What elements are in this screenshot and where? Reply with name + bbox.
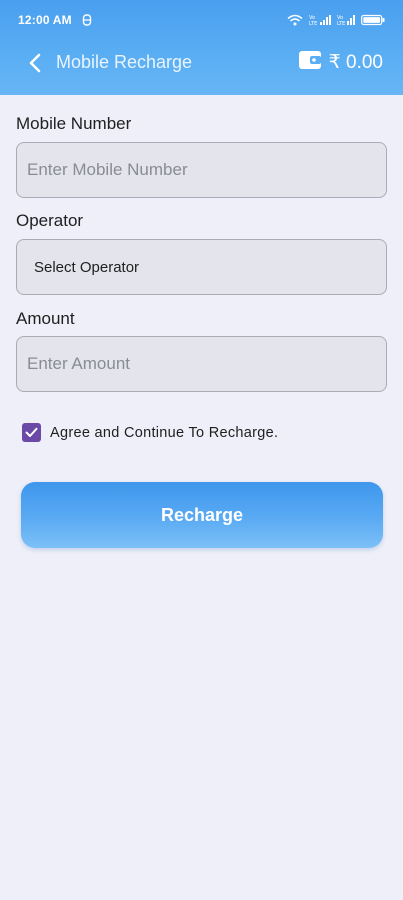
status-indicators: Vo LTE Vo LTE <box>287 14 385 26</box>
status-time: 12:00 AM <box>18 13 72 27</box>
volte-signal-icon: Vo LTE <box>309 14 331 26</box>
svg-text:LTE: LTE <box>337 21 345 26</box>
back-arrow-icon[interactable] <box>20 48 50 78</box>
app-bar: Mobile Recharge ₹ 0.00 <box>0 40 403 85</box>
svg-text:LTE: LTE <box>309 21 317 26</box>
recharge-form: Mobile Number Operator Select Operator A… <box>16 95 387 392</box>
wallet-balance[interactable]: ₹ 0.00 <box>298 50 383 75</box>
mobile-number-label: Mobile Number <box>16 114 132 133</box>
recharge-button[interactable]: Recharge <box>21 482 383 548</box>
operator-selected-value: Select Operator <box>34 258 140 276</box>
amount-label: Amount <box>16 309 75 328</box>
header: 12:00 AM Vo LTE Vo LTE Mobile Recharge ₹… <box>0 0 403 95</box>
wallet-icon <box>298 50 321 75</box>
volte-signal-icon: Vo LTE <box>337 14 355 26</box>
agree-checkbox[interactable] <box>22 423 41 442</box>
page-title: Mobile Recharge <box>56 52 193 72</box>
battery-icon <box>361 14 385 26</box>
sync-icon <box>82 14 92 26</box>
checkmark-icon <box>25 427 38 437</box>
agree-text: Agree and Continue To Recharge. <box>50 424 279 441</box>
wifi-icon <box>287 14 303 26</box>
operator-label: Operator <box>16 211 84 230</box>
agree-checkbox-row[interactable]: Agree and Continue To Recharge. <box>22 423 278 442</box>
wallet-amount: ₹ 0.00 <box>328 52 383 73</box>
status-bar: 12:00 AM Vo LTE Vo LTE <box>0 0 403 40</box>
amount-input[interactable] <box>16 336 387 392</box>
mobile-number-input[interactable] <box>16 142 387 198</box>
operator-select[interactable]: Select Operator <box>16 239 387 295</box>
